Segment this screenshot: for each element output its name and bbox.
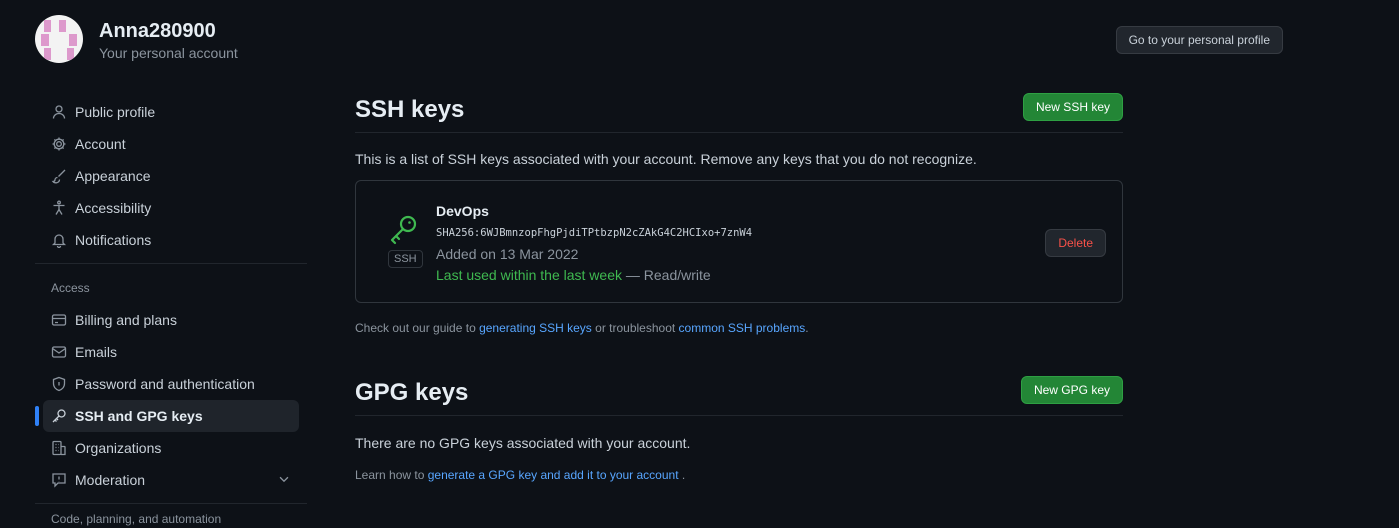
chevron-down-icon[interactable] (277, 472, 291, 489)
key-fingerprint: SHA256:6WJBmnzopFhgPjdiTPtbzpN2cZAkG4C2H… (436, 227, 753, 239)
paintbrush-icon (51, 168, 67, 184)
ssh-note-mid: or troubleshoot (591, 321, 679, 335)
gear-icon (51, 136, 67, 152)
sidebar-item-label: Organizations (75, 440, 162, 456)
ssh-help-note: Check out our guide to generating SSH ke… (355, 321, 1123, 335)
sidebar-item-appearance[interactable]: Appearance (43, 160, 299, 192)
main-content: SSH keys New SSH key This is a list of S… (355, 92, 1123, 482)
sidebar-item-label: Accessibility (75, 200, 152, 216)
avatar[interactable] (35, 15, 83, 63)
bell-icon (51, 232, 67, 248)
sidebar-item-label: Appearance (75, 168, 151, 184)
new-gpg-key-button[interactable]: New GPG key (1020, 376, 1123, 404)
key-added-date: Added on 13 Mar 2022 (436, 246, 579, 262)
gpg-note-prefix: Learn how to (355, 468, 428, 482)
key-icon (388, 213, 420, 245)
account-name: Anna280900 (99, 20, 216, 42)
go-to-profile-button[interactable]: Go to your personal profile (1115, 26, 1283, 54)
ssh-note-prefix: Check out our guide to (355, 321, 480, 335)
sidebar-item-moderation[interactable]: Moderation (43, 464, 299, 496)
common-ssh-problems-link[interactable]: common SSH problems (679, 321, 806, 335)
ssh-keys-header: SSH keys New SSH key (355, 92, 1123, 133)
key-title: DevOps (436, 203, 489, 219)
key-icon (51, 408, 67, 424)
sidebar-group-access: Access (51, 281, 90, 295)
key-last-used-status: Last used within the last week (436, 267, 622, 283)
sidebar-item-label: Emails (75, 344, 118, 360)
account-header: Anna280900 Your personal account Go to y… (35, 15, 1283, 65)
delete-key-button[interactable]: Delete (1045, 229, 1106, 257)
settings-sidebar: Public profile Account Appearance Access… (35, 96, 307, 528)
sidebar-item-accessibility[interactable]: Accessibility (43, 192, 299, 224)
sidebar-item-label: Public profile (75, 104, 156, 120)
report-icon (51, 472, 67, 488)
sidebar-item-label: Billing and plans (75, 312, 177, 328)
sidebar-item-account[interactable]: Account (43, 128, 299, 160)
person-icon (51, 104, 67, 120)
gpg-keys-title: GPG keys (355, 379, 469, 406)
sidebar-group-code: Code, planning, and automation (51, 512, 222, 526)
gpg-keys-header: GPG keys New GPG key (355, 375, 1123, 416)
ssh-keys-description: This is a list of SSH keys associated wi… (355, 151, 977, 167)
sidebar-item-label: Password and authentication (75, 376, 255, 392)
ssh-keys-title: SSH keys (355, 96, 465, 123)
key-last-used: Last used within the last week — Read/wr… (436, 267, 711, 283)
sidebar-item-public-profile[interactable]: Public profile (43, 96, 299, 128)
ssh-note-suffix: . (805, 321, 809, 335)
sidebar-item-notifications[interactable]: Notifications (43, 224, 299, 256)
sidebar-item-label: Account (75, 136, 126, 152)
key-type-label: SSH (388, 250, 423, 268)
ssh-key-item: SSH DevOps SHA256:6WJBmnzopFhgPjdiTPtbzp… (355, 180, 1123, 303)
gpg-keys-description: There are no GPG keys associated with yo… (355, 435, 691, 451)
mail-icon (51, 344, 67, 360)
credit-card-icon (51, 312, 67, 328)
shield-lock-icon (51, 376, 67, 392)
sidebar-item-ssh-gpg-keys[interactable]: SSH and GPG keys (35, 400, 299, 432)
sidebar-item-organizations[interactable]: Organizations (43, 432, 299, 464)
sidebar-item-emails[interactable]: Emails (43, 336, 299, 368)
sidebar-item-password[interactable]: Password and authentication (43, 368, 299, 400)
sidebar-item-label: Notifications (75, 232, 152, 248)
sidebar-item-label: Moderation (75, 472, 146, 488)
gpg-note-suffix: . (678, 468, 686, 482)
gpg-help-note: Learn how to generate a GPG key and add … (355, 468, 1123, 482)
sidebar-divider (35, 263, 307, 264)
organization-icon (51, 440, 67, 456)
account-subtitle: Your personal account (99, 45, 238, 61)
generate-gpg-key-link[interactable]: generate a GPG key and add it to your ac… (428, 468, 679, 482)
generating-ssh-keys-link[interactable]: generating SSH keys (479, 321, 592, 335)
sidebar-divider (35, 503, 307, 504)
sidebar-item-label: SSH and GPG keys (75, 408, 203, 424)
sidebar-item-billing[interactable]: Billing and plans (43, 304, 299, 336)
key-access-level: — Read/write (622, 267, 711, 283)
accessibility-icon (51, 200, 67, 216)
new-ssh-key-button[interactable]: New SSH key (1022, 93, 1123, 121)
